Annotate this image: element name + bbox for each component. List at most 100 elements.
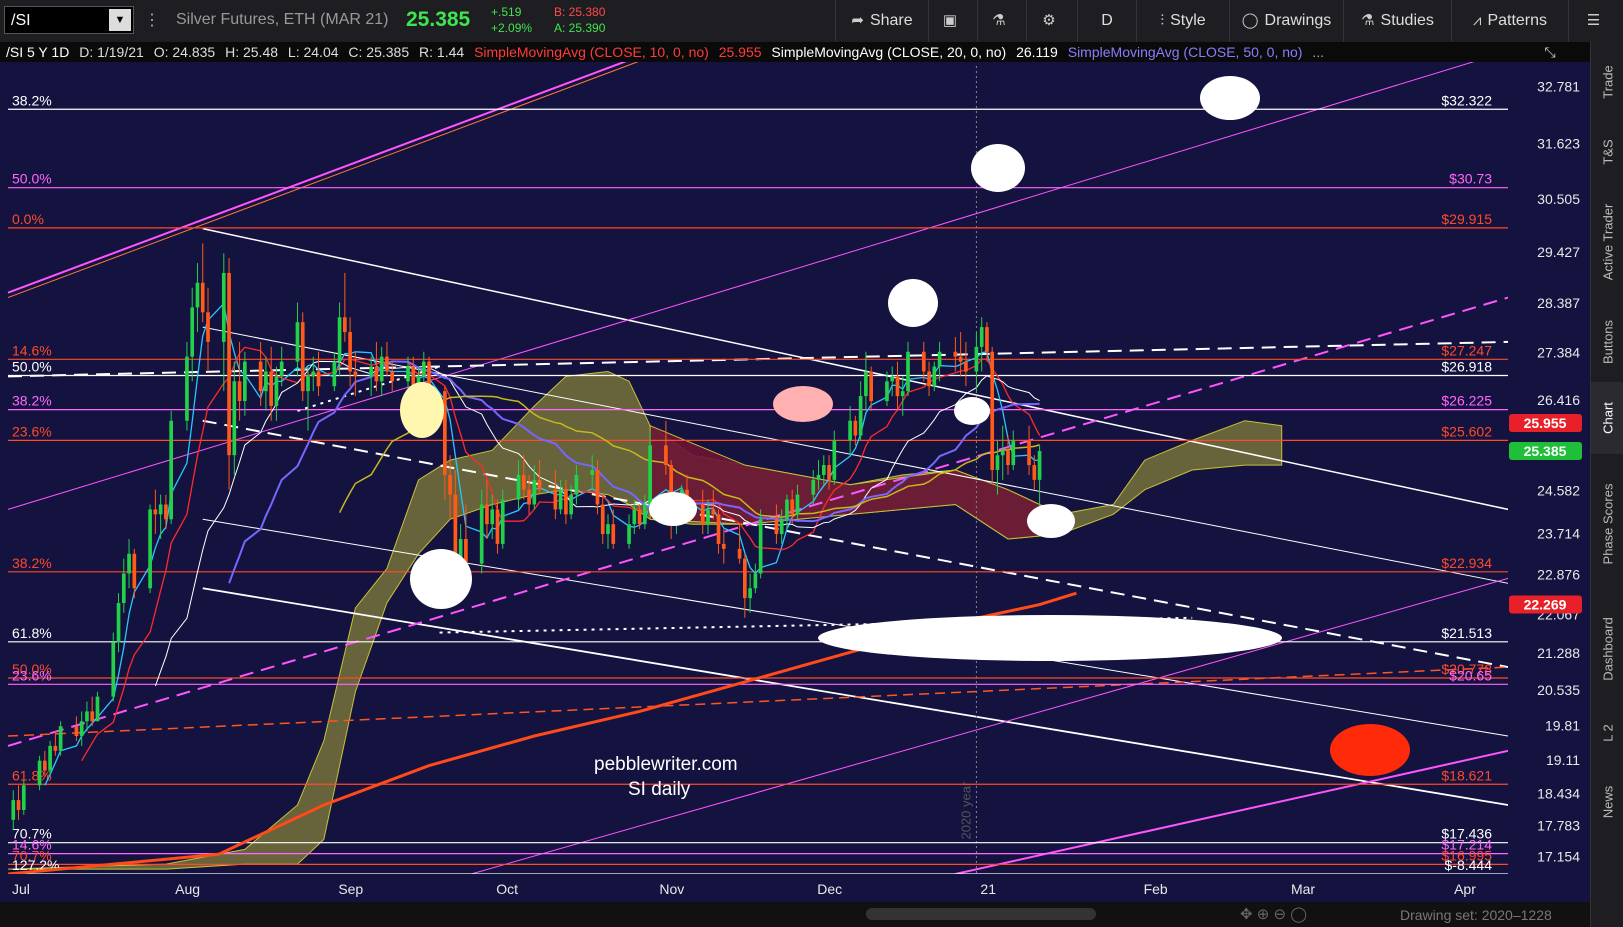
candle-body	[443, 391, 447, 475]
candle-body	[848, 420, 852, 441]
drawings-button[interactable]: ◯ Drawings	[1229, 0, 1343, 42]
bar-close: C: 25.385	[348, 44, 410, 60]
candle-body	[721, 543, 726, 549]
panel-tab-chart[interactable]: Chart	[1591, 382, 1623, 454]
panel-tab-t-s[interactable]: T&S	[1591, 122, 1623, 182]
last-price: 25.385	[406, 8, 471, 31]
zoom-out-icon[interactable]: ⊖	[1274, 906, 1287, 923]
annotation-ellipse	[954, 397, 990, 425]
candle-body	[111, 642, 116, 697]
x-tick-label: Feb	[1144, 881, 1168, 897]
fib-price-label: $26.918	[1441, 359, 1492, 375]
chart-header: /SI 5 Y 1D	[6, 44, 70, 60]
candle-body	[127, 553, 131, 574]
menu-button[interactable]: ☰	[1568, 0, 1623, 42]
candle-body	[590, 470, 595, 475]
candle-body	[116, 603, 121, 643]
candle-body	[348, 332, 352, 372]
x-tick-label: Nov	[659, 881, 684, 897]
price-bubble-label: 25.955	[1524, 415, 1567, 431]
y-tick-label: 17.154	[1537, 849, 1580, 865]
candle-body	[779, 519, 784, 535]
candle-body	[421, 361, 426, 377]
settings-button[interactable]: ⚙	[1026, 0, 1077, 42]
candle-body	[927, 371, 931, 387]
candle-body	[232, 381, 237, 456]
panel-tab-active-trader[interactable]: Active Trader	[1591, 182, 1623, 302]
candle-body	[890, 376, 895, 382]
annotation-ellipse	[649, 492, 697, 526]
fib-percent-label: 38.2%	[12, 393, 52, 409]
symbol-input[interactable]: /SI ▼	[4, 6, 134, 34]
fib-price-label: $27.247	[1441, 342, 1492, 358]
x-tick-label: Apr	[1454, 881, 1476, 897]
candle-body	[369, 366, 373, 377]
candle-body	[816, 474, 821, 480]
panel-tab-l-2[interactable]: L 2	[1591, 704, 1623, 762]
period-button[interactable]: D	[1077, 0, 1136, 42]
zoom-controls[interactable]: ✥ ⊕ ⊖ ◯	[1240, 905, 1307, 923]
candle-body	[600, 504, 605, 535]
fib-percent-label: 14.6%	[12, 342, 52, 358]
panel-tab-phase-scores[interactable]: Phase Scores	[1591, 454, 1623, 594]
y-tick-label: 26.416	[1537, 392, 1580, 408]
annotation-ellipse	[888, 279, 938, 327]
candle-body	[853, 420, 858, 436]
drag-handle-icon[interactable]: ⋮	[144, 10, 160, 30]
patterns-button[interactable]: ⩘ Patterns	[1451, 0, 1568, 42]
bar-range: R: 1.44	[419, 44, 465, 60]
sma10-value: 25.955	[718, 44, 762, 60]
candle-body	[74, 726, 79, 737]
panel-tab-buttons[interactable]: Buttons	[1591, 302, 1623, 382]
candle-body	[1032, 465, 1037, 480]
studies-button[interactable]: ⚗ Studies	[1343, 0, 1451, 42]
candle-body	[295, 322, 300, 362]
fib-price-label: $29.915	[1441, 211, 1492, 227]
candle-body	[11, 800, 16, 820]
horizontal-scrollbar[interactable]	[866, 908, 1096, 920]
price-chart[interactable]: 2020 year 38.2% $32.322 50.0% $30.73 0.0% $29…	[0, 62, 1590, 902]
chart-settings-button[interactable]: ▣	[928, 0, 977, 42]
reset-zoom-icon[interactable]: ◯	[1290, 906, 1307, 923]
candle-body	[79, 721, 84, 737]
candle-body	[206, 312, 210, 342]
candle-body	[485, 504, 489, 525]
candle-body	[43, 760, 47, 771]
collapse-icon[interactable]: ⤡	[1510, 42, 1590, 62]
candles-icon: ⫶	[1160, 12, 1165, 29]
candle-body	[537, 479, 542, 490]
share-button[interactable]: ➦ Share	[835, 0, 928, 42]
panel-tab-news[interactable]: News	[1591, 762, 1623, 842]
sma10-label[interactable]: SimpleMovingAvg (CLOSE, 10, 0, no)	[474, 44, 709, 60]
zoom-in-icon[interactable]: ⊕	[1257, 906, 1270, 923]
panel-tab-label: Phase Scores	[1600, 483, 1615, 565]
candle-body	[37, 760, 42, 786]
style-button[interactable]: ⫶ Style	[1136, 0, 1229, 42]
gear-icon: ⚙	[1042, 12, 1056, 29]
flask-button[interactable]: ⚗	[977, 0, 1026, 42]
chevron-down-icon[interactable]: ▼	[109, 9, 131, 31]
more-studies[interactable]: ...	[1312, 44, 1324, 60]
fib-percent-label: 61.8%	[12, 625, 52, 641]
drawing-set-label[interactable]: Drawing set: 2020–1228	[1400, 907, 1552, 923]
candle-body	[90, 711, 95, 722]
sma20-label[interactable]: SimpleMovingAvg (CLOSE, 20, 0, no)	[771, 44, 1006, 60]
fib-percent-label: 0.0%	[12, 211, 44, 227]
sma50-label[interactable]: SimpleMovingAvg (CLOSE, 50, 0, no)	[1068, 44, 1303, 60]
panel-tab-dashboard[interactable]: Dashboard	[1591, 594, 1623, 704]
candle-body	[237, 381, 242, 402]
panel-tab-label: L 2	[1600, 724, 1615, 742]
bar-low: L: 24.04	[287, 44, 339, 60]
candle-body	[743, 558, 747, 599]
year-label: 2020 year	[958, 781, 973, 839]
sma20-value: 26.119	[1016, 44, 1058, 60]
candle-body	[990, 351, 995, 470]
fib-percent-label: 23.6%	[12, 667, 52, 683]
symbol-text: /SI	[11, 12, 31, 29]
candle-body	[406, 366, 410, 382]
panel-tab-trade[interactable]: Trade	[1591, 42, 1623, 122]
instrument-description: Silver Futures, ETH (MAR 21)	[176, 11, 389, 28]
candle-body	[258, 361, 263, 392]
pan-icon[interactable]: ✥	[1240, 906, 1253, 923]
panel-tab-label: Chart	[1600, 402, 1615, 434]
